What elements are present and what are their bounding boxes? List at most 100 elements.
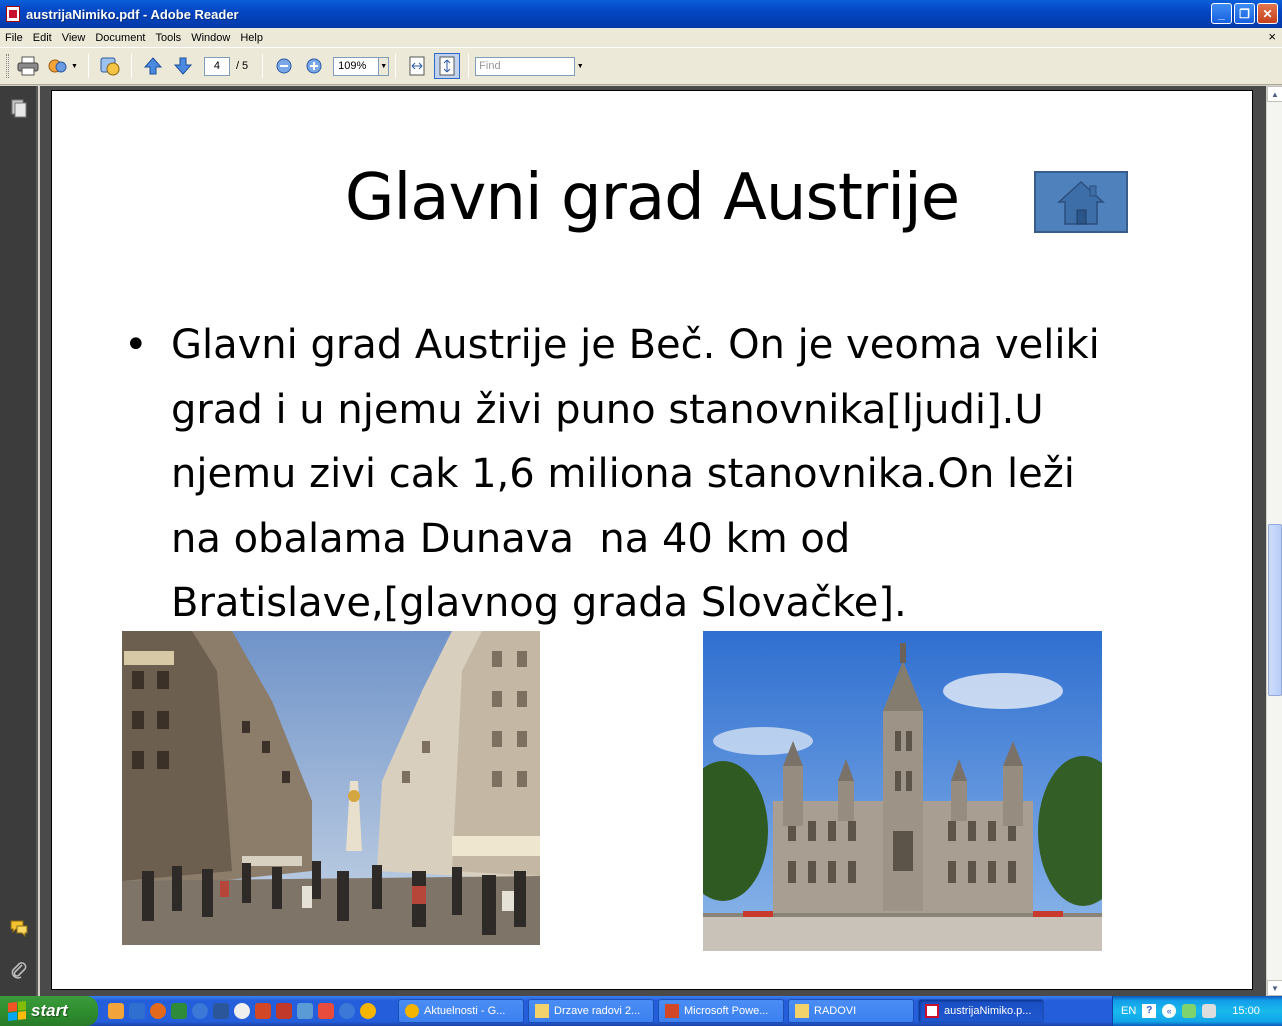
language-indicator[interactable]: EN bbox=[1121, 1005, 1136, 1017]
fit-page-button[interactable] bbox=[434, 53, 461, 79]
printer-icon bbox=[17, 56, 39, 76]
network-icon[interactable] bbox=[297, 1003, 313, 1019]
toolbar-separator bbox=[468, 54, 470, 78]
zoom-out-icon bbox=[276, 58, 292, 74]
print-button[interactable] bbox=[15, 53, 41, 79]
toolbar-separator bbox=[87, 54, 89, 78]
acrobat-icon[interactable] bbox=[318, 1003, 334, 1019]
arrow-up-icon bbox=[143, 57, 163, 75]
zoom-out-button[interactable] bbox=[271, 53, 297, 79]
quick-launch bbox=[108, 1003, 376, 1019]
menu-window[interactable]: Window bbox=[186, 32, 235, 44]
find-input[interactable]: Find bbox=[475, 56, 576, 76]
help-icon[interactable]: ? bbox=[1142, 1004, 1157, 1018]
taskbar-item-powerpoint[interactable]: Microsoft Powe... bbox=[658, 999, 784, 1023]
fit-width-icon bbox=[409, 56, 425, 76]
slide-title: Glavni grad Austrije bbox=[344, 161, 960, 235]
arrow-down-icon bbox=[173, 57, 193, 75]
navigation-panel bbox=[0, 86, 38, 996]
menu-edit[interactable]: Edit bbox=[28, 32, 57, 44]
start-label: start bbox=[31, 1001, 68, 1020]
menu-help[interactable]: Help bbox=[235, 32, 268, 44]
menu-document[interactable]: Document bbox=[90, 32, 150, 44]
restore-button[interactable]: ❐ bbox=[1234, 3, 1255, 24]
folder-icon bbox=[535, 1004, 549, 1018]
pdf-page: Glavni grad Austrije • Glavni grad Austr… bbox=[51, 90, 1253, 990]
bullet-paragraph: Glavni grad Austrije je Beč. On je veoma… bbox=[171, 313, 1211, 636]
toolbar: ▼ 4 / 5 109% ▼ Find ▼ bbox=[0, 47, 1282, 85]
system-tray: EN ? « 15:00 bbox=[1112, 996, 1282, 1026]
volume-tray-icon[interactable] bbox=[1202, 1004, 1217, 1018]
scroll-up-icon[interactable]: ▲ bbox=[1267, 86, 1282, 102]
window-controls: _ ❐ ✕ bbox=[1211, 3, 1278, 24]
taskbar-item-label: Drzave radovi 2... bbox=[554, 1005, 641, 1017]
collaborate-dropdown-icon[interactable]: ▼ bbox=[71, 63, 78, 70]
find-dropdown-icon[interactable]: ▼ bbox=[575, 57, 585, 76]
collaborate-icon bbox=[48, 59, 67, 73]
chrome-icon bbox=[405, 1004, 419, 1018]
calculator-icon[interactable] bbox=[276, 1003, 292, 1019]
chrome-icon[interactable] bbox=[360, 1003, 376, 1019]
browser-icon[interactable] bbox=[339, 1003, 355, 1019]
windows-logo-icon bbox=[8, 1001, 26, 1021]
messenger-icon[interactable] bbox=[108, 1003, 124, 1019]
hand-select-icon bbox=[100, 57, 120, 76]
menu-file[interactable]: File bbox=[0, 32, 28, 44]
toolbar-separator bbox=[130, 54, 132, 78]
home-icon bbox=[1057, 180, 1105, 225]
menu-tools[interactable]: Tools bbox=[151, 32, 187, 44]
paperclip-icon[interactable] bbox=[9, 960, 29, 980]
clock[interactable]: 15:00 bbox=[1232, 1005, 1260, 1017]
network-tray-icon[interactable] bbox=[1182, 1004, 1197, 1018]
vienna-city-hall-photo bbox=[703, 631, 1102, 951]
comments-icon[interactable] bbox=[9, 918, 29, 938]
page-number-input[interactable]: 4 bbox=[203, 56, 230, 76]
ie-icon[interactable] bbox=[192, 1003, 208, 1019]
taskbar: start Aktuelnosti - G... Drzave radovi 2… bbox=[0, 996, 1282, 1026]
fit-width-button[interactable] bbox=[404, 53, 430, 79]
word-icon[interactable] bbox=[213, 1003, 229, 1019]
zoom-in-icon bbox=[306, 58, 322, 74]
excel-icon[interactable] bbox=[171, 1003, 187, 1019]
scroll-down-icon[interactable]: ▼ bbox=[1267, 980, 1282, 996]
vienna-street-photo bbox=[122, 631, 540, 945]
toolbar-grip[interactable] bbox=[6, 54, 9, 78]
document-viewport[interactable]: Glavni grad Austrije • Glavni grad Austr… bbox=[40, 86, 1266, 996]
minimize-button[interactable]: _ bbox=[1211, 3, 1232, 24]
bullet-line: Bratislave,[glavnog grada Slovačke]. bbox=[171, 580, 907, 626]
powerpoint-icon[interactable] bbox=[255, 1003, 271, 1019]
zoom-dropdown-icon[interactable]: ▼ bbox=[379, 56, 390, 76]
bullet-marker: • bbox=[124, 322, 148, 368]
taskbar-item-label: RADOVI bbox=[814, 1005, 857, 1017]
zoom-level-input[interactable]: 109% bbox=[333, 56, 380, 76]
previous-page-button[interactable] bbox=[140, 53, 166, 79]
taskbar-item-label: Aktuelnosti - G... bbox=[424, 1005, 506, 1017]
pdf-icon bbox=[925, 1004, 939, 1018]
firefox-icon[interactable] bbox=[150, 1003, 166, 1019]
zoom-in-button[interactable] bbox=[301, 53, 327, 79]
bullet-line: na obalama Dunava na 40 km od bbox=[171, 515, 851, 562]
select-tool-button[interactable] bbox=[97, 53, 123, 79]
document-close-icon[interactable]: × bbox=[1268, 29, 1276, 44]
attach-share-button[interactable] bbox=[45, 53, 71, 79]
taskbar-item-adobe-reader[interactable]: austrijaNimiko.p... bbox=[918, 999, 1044, 1023]
home-link-button[interactable] bbox=[1034, 171, 1128, 233]
taskbar-item-folder[interactable]: Drzave radovi 2... bbox=[528, 999, 654, 1023]
toolbar-separator bbox=[262, 54, 264, 78]
window-title: austrijaNimiko.pdf - Adobe Reader bbox=[26, 6, 239, 22]
media-player-icon[interactable] bbox=[234, 1003, 250, 1019]
close-button[interactable]: ✕ bbox=[1257, 3, 1278, 24]
vertical-scrollbar[interactable]: ▲ ▼ bbox=[1266, 86, 1282, 996]
pages-icon[interactable] bbox=[9, 98, 29, 118]
tray-expand-icon[interactable]: « bbox=[1162, 1004, 1177, 1018]
title-bar: austrijaNimiko.pdf - Adobe Reader _ ❐ ✕ bbox=[0, 0, 1282, 28]
menu-view[interactable]: View bbox=[57, 32, 91, 44]
internet-explorer-icon[interactable] bbox=[129, 1003, 145, 1019]
next-page-button[interactable] bbox=[170, 53, 196, 79]
taskbar-item-chrome[interactable]: Aktuelnosti - G... bbox=[398, 999, 524, 1023]
taskbar-item-radovi[interactable]: RADOVI bbox=[788, 999, 914, 1023]
toolbar-separator bbox=[395, 54, 397, 78]
start-button[interactable]: start bbox=[0, 996, 98, 1026]
menu-bar: File Edit View Document Tools Window Hel… bbox=[0, 28, 1282, 47]
scroll-thumb[interactable] bbox=[1268, 524, 1282, 696]
